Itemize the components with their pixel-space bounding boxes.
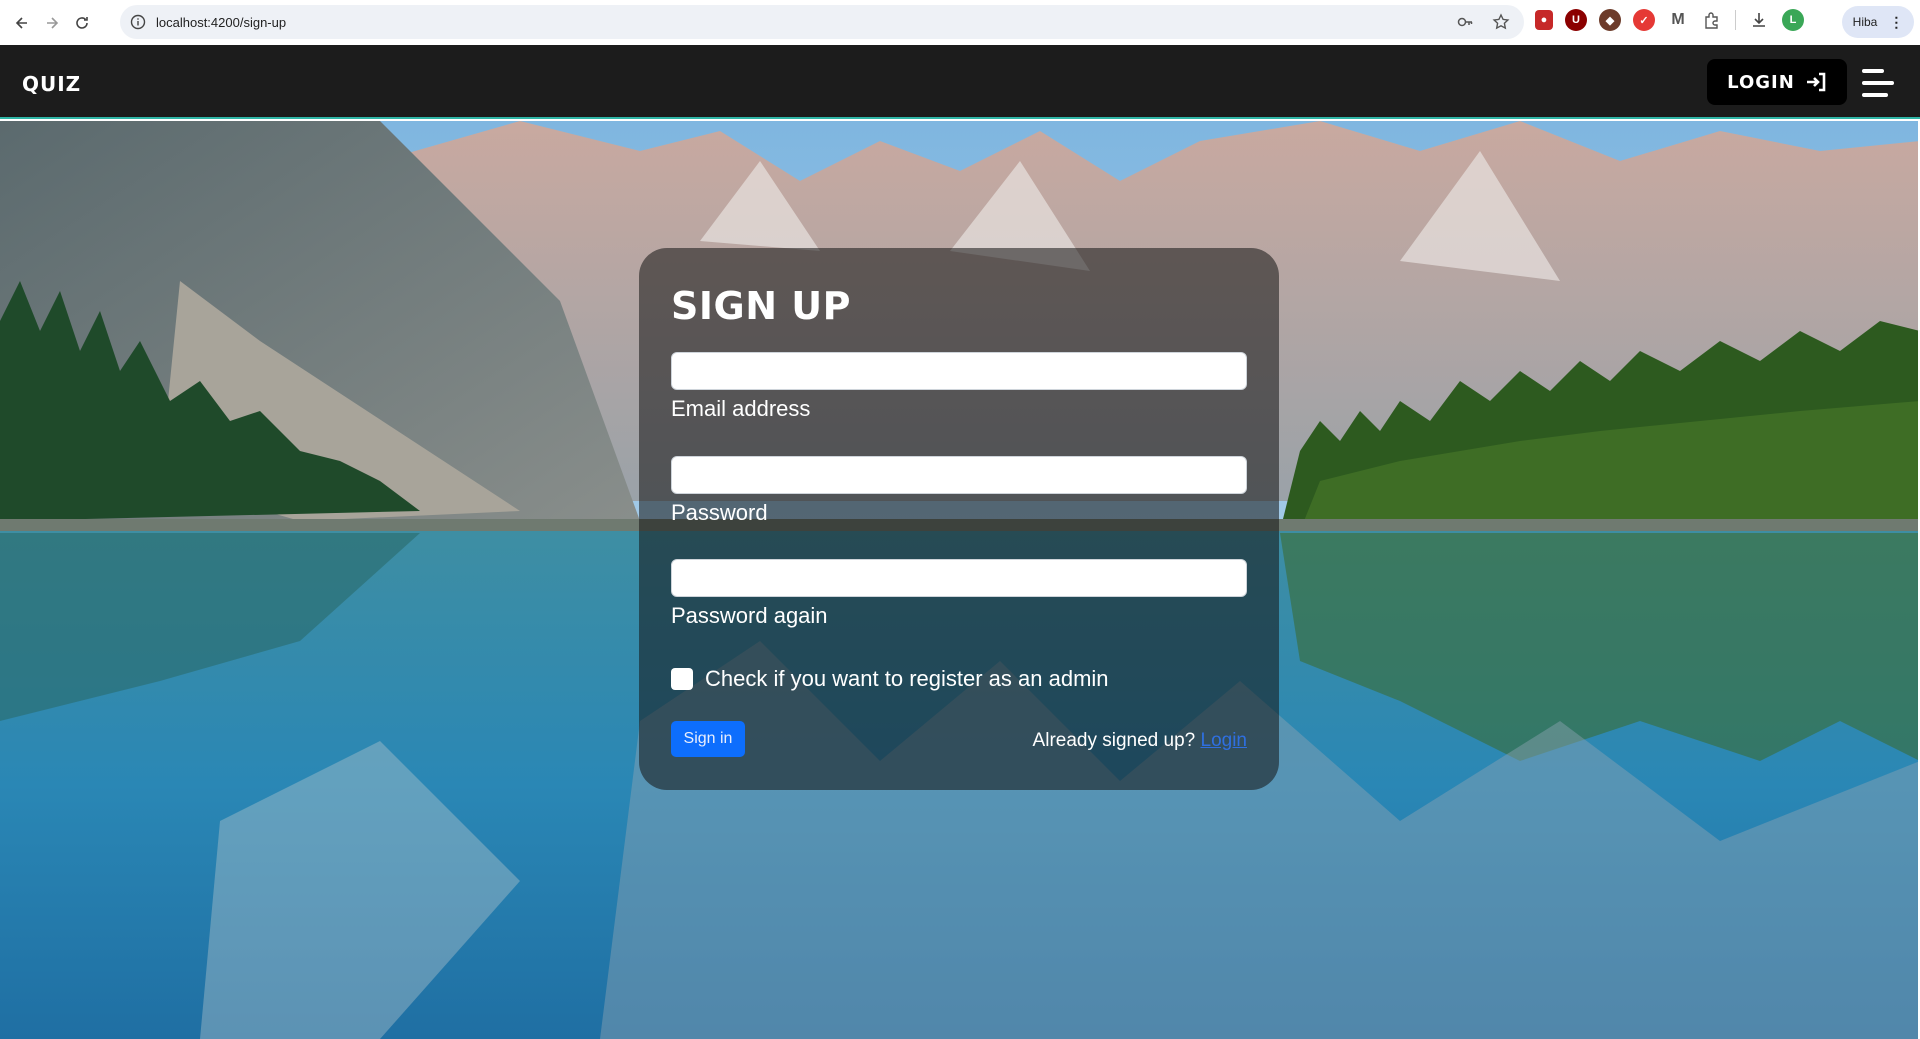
login-button-label: LOGIN [1727,71,1795,93]
ublock-extension-icon[interactable]: U [1565,9,1587,31]
login-button[interactable]: LOGIN [1707,59,1847,105]
sign-in-button[interactable]: Sign in [671,721,745,757]
profile-button[interactable]: Hiba ⋮ [1842,6,1914,38]
app-navbar: QUIZ LOGIN [0,45,1920,119]
admin-checkbox-label[interactable]: Check if you want to register as an admi… [705,666,1109,692]
login-arrow-icon [1806,72,1826,92]
toolbar-separator [1735,10,1736,30]
already-signed-up: Already signed up? Login [1033,730,1247,752]
login-link[interactable]: Login [1201,730,1248,751]
url-text[interactable]: localhost:4200/sign-up [156,15,286,30]
password-field[interactable] [671,456,1247,494]
download-icon[interactable] [1748,9,1770,31]
password-label: Password [671,500,768,525]
already-signed-up-text: Already signed up? [1032,730,1196,751]
extensions-puzzle-icon[interactable] [1701,9,1723,31]
menu-kebab-icon[interactable]: ⋮ [1889,15,1903,29]
brand-logo[interactable]: QUIZ [22,72,81,96]
browser-toolbar: localhost:4200/sign-up ● U ◆ ✓ M L Hiba … [0,0,1920,45]
forward-icon[interactable] [40,11,64,35]
back-icon[interactable] [10,11,34,35]
password-again-label: Password again [671,603,828,628]
email-field[interactable] [671,352,1247,390]
page-title: SIGN UP [671,284,851,328]
password-key-icon[interactable] [1456,13,1474,31]
hamburger-menu-icon[interactable] [1862,69,1896,97]
cookie-extension-icon[interactable]: ◆ [1599,9,1621,31]
bookmark-star-icon[interactable] [1492,13,1510,31]
password-again-field[interactable] [671,559,1247,597]
red-circle-extension-icon[interactable]: ✓ [1633,9,1655,31]
admin-checkbox-row: Check if you want to register as an admi… [671,666,1109,692]
reload-icon[interactable] [70,11,94,35]
extensions-area: ● U ◆ ✓ M L [1535,9,1804,31]
address-bar[interactable]: localhost:4200/sign-up [120,5,1524,39]
account-avatar-icon[interactable]: L [1782,9,1804,31]
mail-extension-icon[interactable]: M [1667,9,1689,31]
email-label: Email address [671,396,811,421]
signup-card: SIGN UP Email address Password Password … [639,248,1279,790]
site-info-icon[interactable] [130,14,146,30]
admin-checkbox[interactable] [671,668,693,690]
profile-name: Hiba [1852,15,1878,29]
shield-extension-icon[interactable]: ● [1535,10,1553,30]
